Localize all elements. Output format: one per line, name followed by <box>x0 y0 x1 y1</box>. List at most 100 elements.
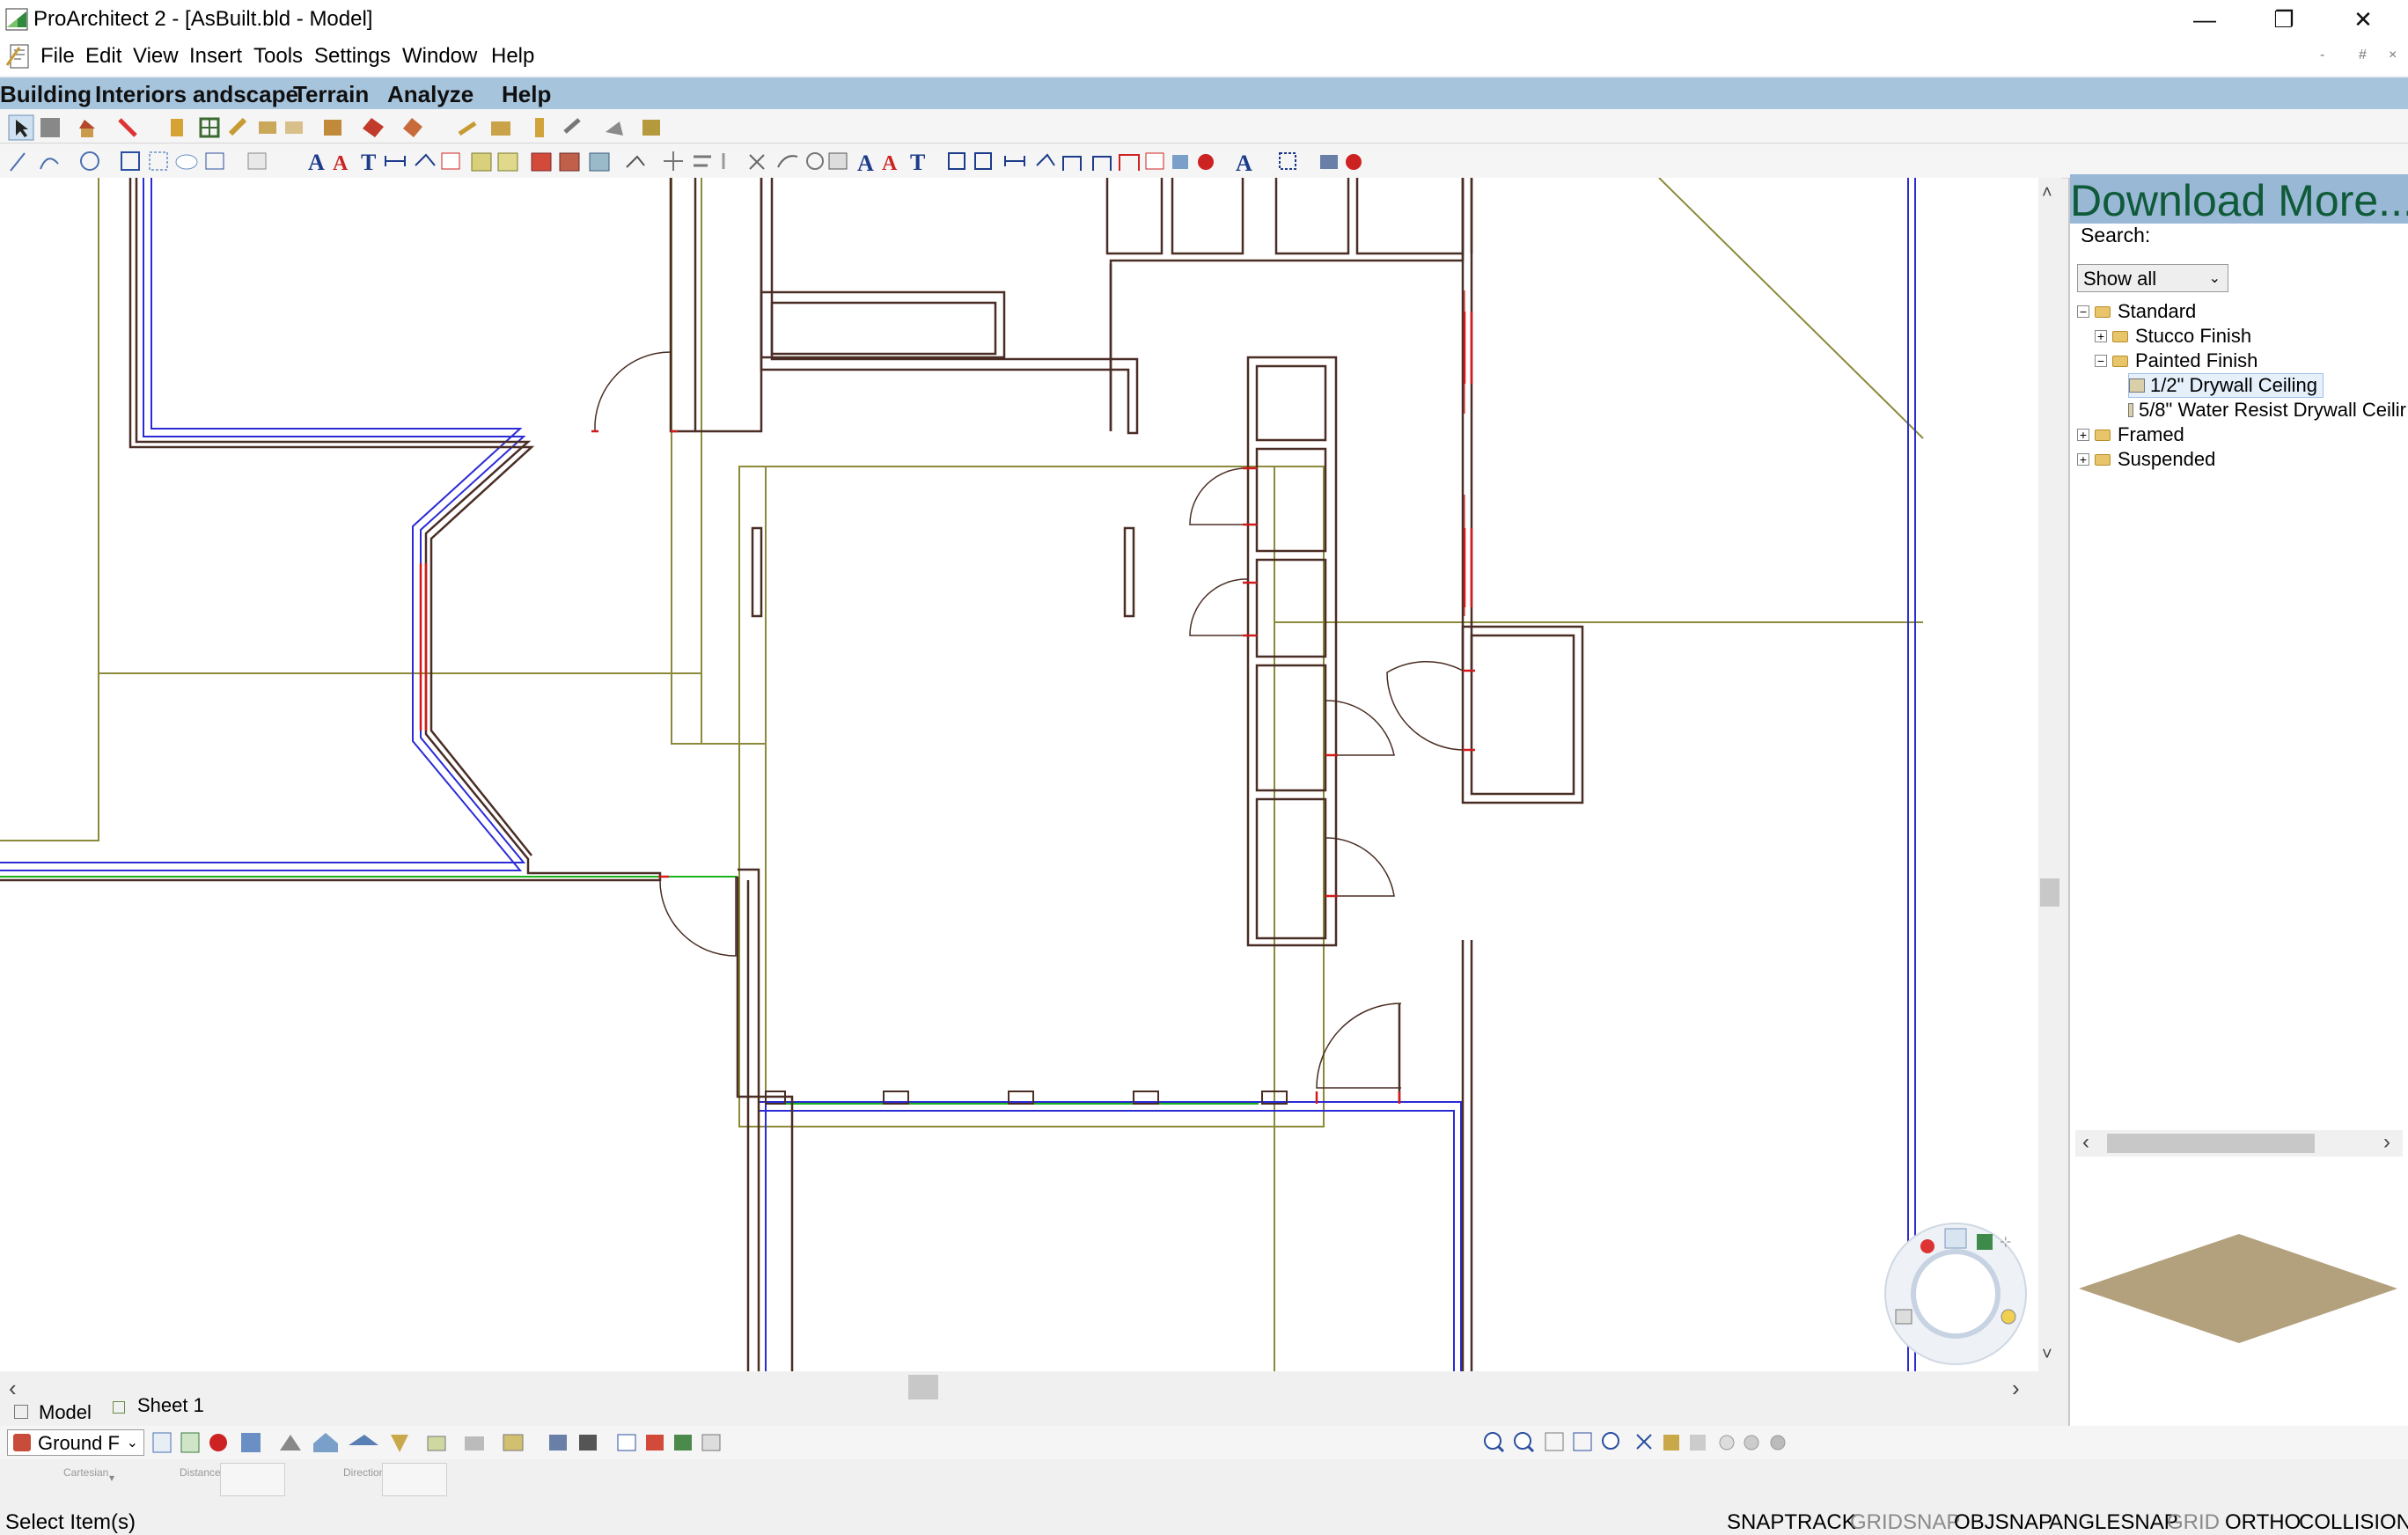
expand-icon[interactable]: + <box>2077 453 2089 466</box>
tree-item-label: Standard <box>2118 300 2197 322</box>
menu-insert[interactable]: Insert <box>189 44 242 69</box>
scroll-right-arrow[interactable]: › <box>2383 1130 2390 1155</box>
material-preview-swatch <box>2079 1234 2397 1343</box>
toggle-ortho[interactable]: ORTHO <box>2225 1510 2301 1535</box>
tree-scroll-thumb[interactable] <box>2107 1134 2315 1153</box>
material-swatch-icon <box>2128 403 2133 417</box>
tree-item-water-resist-drywall[interactable]: 5/8" Water Resist Drywall Ceilir <box>2128 398 2406 422</box>
svg-text:A: A <box>308 150 325 175</box>
tree-item-label: 1/2" Drywall Ceiling <box>2150 374 2317 396</box>
close-button[interactable]: ✕ <box>2324 0 2403 39</box>
collapse-icon[interactable]: − <box>2077 305 2089 318</box>
tab-sheet-1[interactable]: Sheet 1 <box>137 1394 204 1415</box>
level-dropdown[interactable]: Ground F ⌄ <box>7 1429 144 1456</box>
menu-file[interactable]: File <box>40 44 75 69</box>
scroll-left-arrow[interactable]: ‹ <box>9 1375 17 1402</box>
distance-input[interactable] <box>220 1463 285 1496</box>
tree-item-label: 5/8" Water Resist Drywall Ceilir <box>2138 399 2406 421</box>
vertical-scrollbar[interactable]: ˄ ˅ <box>2038 178 2061 1371</box>
status-prompt: Select Item(s) <box>5 1510 136 1534</box>
svg-text:T: T <box>910 150 925 175</box>
tree-item-painted-finish[interactable]: − Painted Finish <box>2095 349 2406 373</box>
toggle-gridsnap[interactable]: GRIDSNAP <box>1850 1510 1960 1535</box>
tree-item-standard[interactable]: − Standard <box>2077 299 2406 324</box>
material-tree: − Standard + Stucco Finish − Painted Fin… <box>2077 299 2406 472</box>
menu-window[interactable]: Window <box>402 44 477 69</box>
tab-terrain[interactable]: Terrain <box>293 79 369 107</box>
level-tools-icon[interactable] <box>148 1428 729 1458</box>
window-title: ProArchitect 2 - [AsBuilt.bld - Model] <box>33 7 373 31</box>
tab-building[interactable]: Building <box>0 79 92 107</box>
zoom-tools-icon[interactable] <box>1479 1428 1795 1458</box>
scroll-right-arrow[interactable]: › <box>2012 1375 2020 1402</box>
folder-icon <box>2095 453 2111 466</box>
tree-item-label: Framed <box>2118 423 2184 445</box>
mdi-minimize-button[interactable]: - <box>2320 48 2324 63</box>
sheet-tab-bar <box>0 1403 2038 1426</box>
svg-text:A: A <box>882 152 898 175</box>
scroll-up-arrow[interactable]: ˄ <box>2042 183 2052 203</box>
mdi-close-button[interactable]: × <box>2389 48 2397 63</box>
menu-tools[interactable]: Tools <box>253 44 303 69</box>
horizontal-scroll-thumb[interactable] <box>908 1375 938 1399</box>
menu-help[interactable]: Help <box>491 44 534 69</box>
vertical-scroll-thumb[interactable] <box>2040 878 2059 907</box>
toggle-grid[interactable]: GRID <box>2167 1510 2220 1535</box>
tree-item-label: Suspended <box>2118 448 2216 470</box>
chevron-down-icon: ⌄ <box>126 1436 138 1451</box>
menu-view[interactable]: View <box>133 44 179 69</box>
tab-help[interactable]: Help <box>502 79 551 107</box>
horizontal-scrollbar[interactable]: ‹ › <box>0 1371 2038 1403</box>
svg-text:T: T <box>361 150 376 175</box>
svg-text:⊹: ⊹ <box>2000 1235 2011 1250</box>
direction-input[interactable] <box>382 1463 447 1496</box>
folder-icon <box>2112 330 2128 342</box>
scroll-down-arrow[interactable]: ˅ <box>2042 1345 2052 1365</box>
tree-item-label: Painted Finish <box>2135 349 2258 371</box>
material-preview <box>2070 1171 2408 1426</box>
tab-interiors[interactable]: Interiors <box>95 79 187 107</box>
tree-item-stucco-finish[interactable]: + Stucco Finish <box>2095 324 2406 349</box>
svg-text:A: A <box>333 152 349 175</box>
tree-item-drywall-ceiling[interactable]: 1/2" Drywall Ceiling <box>2128 373 2324 398</box>
menu-settings[interactable]: Settings <box>314 44 391 69</box>
level-icon <box>13 1434 31 1451</box>
scroll-left-arrow[interactable]: ‹ <box>2082 1130 2089 1155</box>
tree-horizontal-scrollbar[interactable]: ‹ › <box>2075 1130 2403 1157</box>
chevron-down-icon: ⌄ <box>2208 271 2221 286</box>
collapse-icon[interactable]: − <box>2095 355 2107 367</box>
drawing-tools-icon[interactable]: A A T A A T A <box>5 146 1378 176</box>
app-logo-icon <box>5 8 28 31</box>
svg-text:A: A <box>857 151 874 176</box>
tree-item-suspended[interactable]: + Suspended <box>2077 447 2406 472</box>
floor-plan-drawing: ⊹ <box>0 177 2027 1373</box>
material-swatch-icon <box>2129 378 2145 393</box>
search-label: Search: <box>2081 224 2151 246</box>
folder-icon <box>2112 355 2128 367</box>
expand-icon[interactable]: + <box>2077 429 2089 441</box>
download-more-link[interactable]: Download More... <box>2070 174 2408 224</box>
filter-dropdown[interactable]: Show all ⌄ <box>2077 264 2228 292</box>
restore-button[interactable]: ❐ <box>2244 0 2324 39</box>
mdi-restore-button[interactable]: # <box>2359 48 2367 63</box>
toggle-collision[interactable]: COLLISION <box>2299 1510 2408 1535</box>
document-icon <box>5 44 29 69</box>
toggle-snaptrack[interactable]: SNAPTRACK <box>1727 1510 1856 1535</box>
chevron-down-icon[interactable]: ▾ <box>109 1472 114 1484</box>
toggle-anglesnap[interactable]: ANGLESNAP <box>2049 1510 2178 1535</box>
expand-icon[interactable]: + <box>2095 330 2107 342</box>
tree-item-framed[interactable]: + Framed <box>2077 422 2406 447</box>
menu-edit[interactable]: Edit <box>85 44 121 69</box>
minimize-button[interactable]: — <box>2165 0 2244 39</box>
folder-icon <box>2095 429 2111 441</box>
toggle-objsnap[interactable]: OBJSNAP <box>1954 1510 2052 1535</box>
drawing-canvas[interactable]: ⊹ <box>0 177 2038 1373</box>
filter-value: Show all <box>2083 268 2157 290</box>
coordinate-system-label: Cartesian <box>63 1466 109 1479</box>
level-value: Ground F <box>38 1432 120 1454</box>
building-tools-icon[interactable] <box>5 113 683 143</box>
tab-analyze[interactable]: Analyze <box>387 79 474 107</box>
distance-label: Distance <box>180 1466 221 1479</box>
tab-model[interactable]: Model <box>39 1401 92 1424</box>
tab-landscape[interactable]: andscape <box>193 79 298 107</box>
